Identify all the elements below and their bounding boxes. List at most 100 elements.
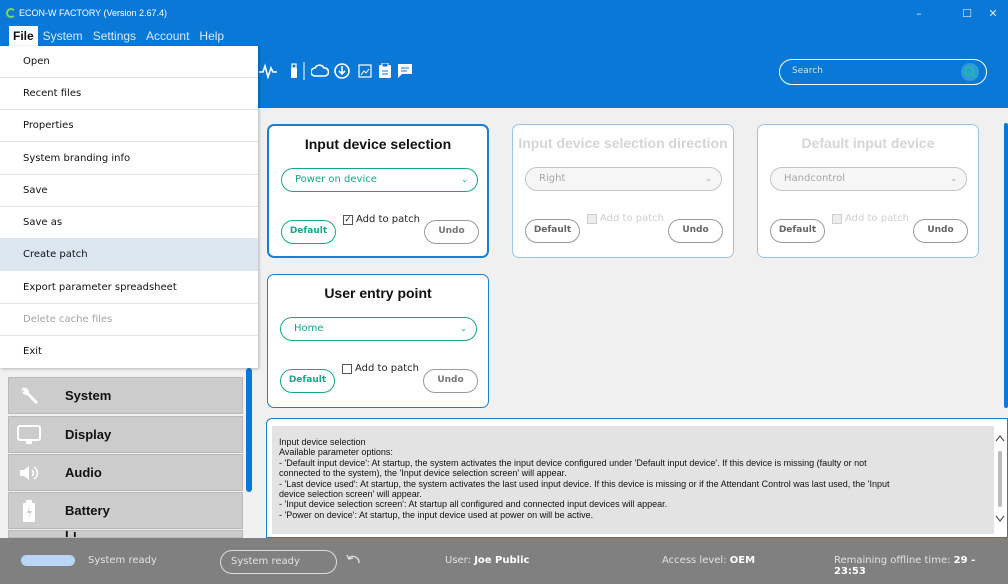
menu-item-recent-files[interactable]: Recent files <box>0 78 258 110</box>
menu-bar: File System Settings Account Help <box>0 26 1008 46</box>
dropdown-value: Handcontrol <box>784 173 845 184</box>
add-to-patch-checkbox: Add to patch <box>587 213 664 224</box>
pulse-icon[interactable] <box>259 62 277 80</box>
menu-item-exit[interactable]: Exit <box>0 336 258 368</box>
status-bar: System ready System ready User: Joe Publ… <box>0 538 1008 584</box>
checkbox-label: Add to patch <box>845 213 909 224</box>
offline-time: Remaining offline time: 29 - 23:53 <box>834 555 1008 577</box>
checkbox-icon <box>832 213 842 224</box>
clipboard-icon[interactable] <box>376 62 394 80</box>
speaker-icon <box>9 462 49 484</box>
info-line: - 'Power on device': At startup, the inp… <box>279 509 594 520</box>
image-icon[interactable] <box>356 62 374 80</box>
info-line: Input device selection <box>279 437 366 447</box>
search-input[interactable]: Search <box>779 59 987 85</box>
menu-item-system-branding-info[interactable]: System branding info <box>0 143 258 175</box>
undo-button: Undo <box>913 219 968 243</box>
menu-file[interactable]: File <box>9 26 38 46</box>
toolbar-divider <box>302 62 305 80</box>
checkbox-icon <box>587 213 597 224</box>
sidebar-item-system[interactable]: System <box>8 377 243 414</box>
right-scrollbar[interactable] <box>1004 123 1008 408</box>
parameter-description: Input device selection Available paramet… <box>272 426 994 534</box>
monitor-icon <box>9 424 49 446</box>
menu-item-properties[interactable]: Properties <box>0 110 258 142</box>
cloud-icon[interactable] <box>311 62 329 80</box>
access-value: OEM <box>729 555 756 566</box>
undo-icon[interactable] <box>346 554 360 569</box>
wrench-icon <box>9 385 49 407</box>
card-title: User entry point <box>324 285 432 301</box>
sidebar-item-audio[interactable]: Audio <box>8 454 243 491</box>
dropdown-value: Right <box>539 173 566 184</box>
file-menu: Open Recent files Properties System bran… <box>0 46 258 368</box>
sidebar-item-label: Audio <box>65 465 102 480</box>
parameter-info-panel: Input device selection Available paramet… <box>266 418 1008 538</box>
default-button[interactable]: Default <box>281 220 336 244</box>
chevron-down-icon: ⌄ <box>460 324 467 333</box>
message-icon[interactable] <box>396 62 414 80</box>
search-icon[interactable] <box>960 62 980 85</box>
menu-system[interactable]: System <box>38 26 88 46</box>
menu-item-delete-cache-files: Delete cache files <box>0 304 258 336</box>
info-scrollbar[interactable] <box>993 419 1007 537</box>
download-icon[interactable] <box>333 62 351 80</box>
status-indicator <box>21 555 75 566</box>
chevron-down-icon: ⌄ <box>950 174 957 183</box>
menu-settings[interactable]: Settings <box>88 26 141 46</box>
card-default-input-device: Default input device Handcontrol ⌄ Add t… <box>757 124 979 258</box>
card-title: Input device selection direction <box>518 135 728 151</box>
sidebar-item-light[interactable]: Li... <box>8 530 243 538</box>
sidebar-item-label: Li... <box>65 530 88 538</box>
checkbox-label: Add to patch <box>600 213 664 224</box>
status-field[interactable]: System ready <box>220 550 337 574</box>
window-title: ECON-W FACTORY (Version 2.67.4) <box>19 8 168 18</box>
user-label: User: <box>445 555 471 566</box>
undo-button: Undo <box>668 219 723 243</box>
undo-button[interactable]: Undo <box>423 369 478 393</box>
menu-item-open[interactable]: Open <box>0 46 258 78</box>
battery-icon <box>9 499 49 523</box>
user-value: Joe Public <box>474 555 530 566</box>
menu-item-create-patch[interactable]: Create patch <box>0 239 258 271</box>
input-device-dropdown[interactable]: Power on device ⌄ <box>281 168 478 192</box>
sidebar-item-label: Display <box>65 427 112 442</box>
sidebar-item-label: Battery <box>65 503 110 518</box>
default-device-dropdown: Handcontrol ⌄ <box>770 167 967 191</box>
checkbox-label: Add to patch <box>356 214 420 225</box>
checkbox-icon <box>342 363 352 374</box>
sidebar-item-battery[interactable]: Battery <box>8 492 243 529</box>
minimize-button[interactable]: – <box>904 0 934 26</box>
checkbox-checked-icon: ✓ <box>343 214 353 225</box>
menu-item-save[interactable]: Save <box>0 175 258 207</box>
add-to-patch-checkbox[interactable]: Add to patch <box>342 363 419 374</box>
card-title: Input device selection <box>304 136 452 152</box>
undo-button[interactable]: Undo <box>424 220 479 244</box>
sidebar-scrollbar[interactable] <box>246 368 252 492</box>
sidebar-item-label: System <box>65 388 112 403</box>
menu-account[interactable]: Account <box>141 26 194 46</box>
sidebar-item-display[interactable]: Display <box>8 416 243 453</box>
info-line: device selection screen' will appear. <box>279 489 422 500</box>
default-button[interactable]: Default <box>280 369 335 393</box>
card-input-device-selection-direction: Input device selection direction Right ⌄… <box>512 124 734 258</box>
access-label: Access level: <box>662 555 727 566</box>
direction-dropdown: Right ⌄ <box>525 167 722 191</box>
info-line: - 'Default input device': At startup, th… <box>279 457 867 468</box>
chevron-down-icon: ⌄ <box>461 175 468 184</box>
menu-item-save-as[interactable]: Save as <box>0 207 258 239</box>
close-button[interactable]: ✕ <box>978 0 1008 26</box>
card-input-device-selection: Input device selection Power on device ⌄… <box>267 124 489 258</box>
offline-label: Remaining offline time: <box>834 555 951 566</box>
card-title: Default input device <box>801 135 935 151</box>
menu-item-export-parameter-spreadsheet[interactable]: Export parameter spreadsheet <box>0 272 258 304</box>
checkbox-label: Add to patch <box>355 363 419 374</box>
add-to-patch-checkbox: Add to patch <box>832 213 909 224</box>
add-to-patch-checkbox[interactable]: ✓ Add to patch <box>343 214 420 225</box>
usb-stick-icon[interactable] <box>285 62 303 80</box>
status-text: System ready <box>88 555 157 566</box>
user-entry-dropdown[interactable]: Home ⌄ <box>280 317 477 341</box>
menu-help[interactable]: Help <box>194 26 229 46</box>
info-line: - 'Input device selection screen': At st… <box>279 499 668 510</box>
user-info: User: Joe Public <box>445 555 529 566</box>
